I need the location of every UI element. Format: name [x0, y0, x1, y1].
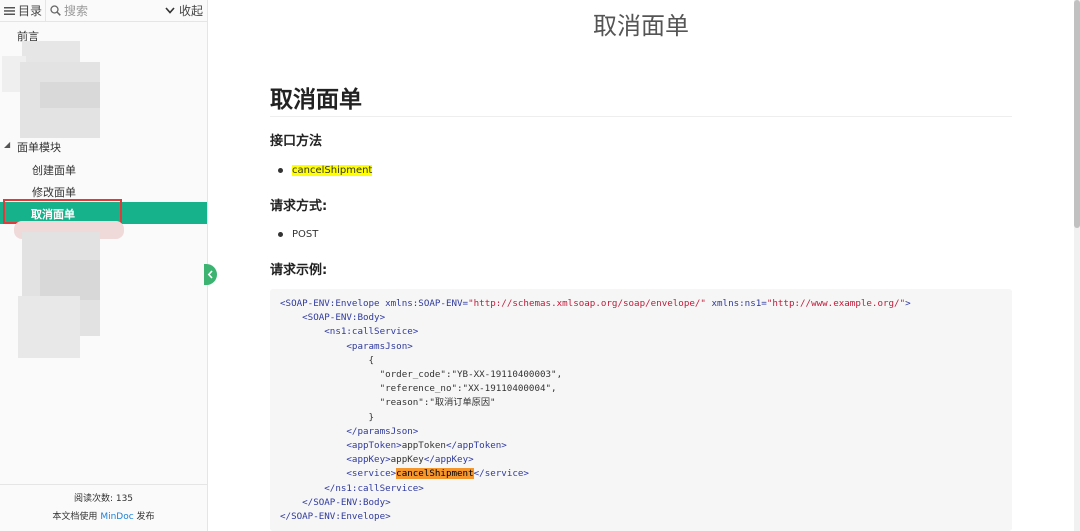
code-line: }: [280, 411, 375, 423]
code-block: <SOAP-ENV:Envelope xmlns:SOAP-ENV="http:…: [270, 289, 1012, 531]
method-value: cancelShipment: [292, 165, 373, 176]
bullet-dot: [278, 168, 283, 173]
code-highlight: cancelShipment: [396, 468, 474, 480]
main-content: 取消面单 取消面单 接口方法 cancelShipment 请求方式: POST…: [208, 0, 1074, 531]
code-token: :"XX-19110400004",: [457, 383, 557, 395]
sidebar-footer: 阅读次数: 135 本文档使用 MinDoc 发布: [0, 484, 207, 531]
code-token: </appToken>: [445, 440, 507, 452]
collapse-button[interactable]: 收起: [165, 2, 207, 19]
code-line: <paramsJson>: [280, 340, 413, 352]
publish-prefix: 本文档使用: [52, 512, 98, 522]
publish-suffix: 发布: [136, 512, 155, 522]
mindoc-link[interactable]: MinDoc: [100, 512, 133, 522]
code-token: :"YB-XX-19110400003",: [445, 369, 563, 381]
code-token: xmlns:SOAP-ENV=: [379, 298, 469, 309]
search-input[interactable]: [64, 3, 164, 18]
method-heading: 接口方法: [270, 134, 323, 149]
code-token: appKey: [390, 454, 424, 466]
list-icon: [4, 6, 15, 15]
publish-info: 本文档使用 MinDoc 发布: [0, 509, 207, 522]
code-line: {: [280, 354, 375, 366]
code-content: <SOAP-ENV:Envelope xmlns:SOAP-ENV="http:…: [280, 297, 1002, 524]
code-token: "reason": [280, 397, 424, 409]
catalog-tab[interactable]: 目录: [0, 0, 46, 22]
code-token: </service>: [473, 468, 529, 480]
bullet-dot: [278, 232, 283, 237]
code-line: <ns1:callService>: [280, 326, 419, 338]
request-type-list-item: POST: [278, 229, 318, 240]
caret-down-icon[interactable]: ◢: [4, 140, 10, 149]
tree-item-modify[interactable]: 修改面单: [32, 184, 76, 200]
code-line: </ns1:callService>: [280, 482, 424, 494]
collapse-label: 收起: [178, 4, 203, 18]
read-count-label: 阅读次数:: [73, 494, 113, 504]
code-token: appToken: [401, 440, 446, 452]
blurred-region: [40, 260, 100, 300]
code-token: <appToken>: [280, 440, 402, 452]
search-icon: [50, 5, 61, 16]
code-line: </SOAP-ENV:Envelope>: [280, 511, 391, 523]
code-line: <SOAP-ENV:Body>: [280, 312, 386, 324]
request-type-heading: 请求方式:: [270, 199, 328, 214]
code-token: <service>: [280, 468, 397, 480]
code-line: </SOAP-ENV:Body>: [280, 496, 391, 508]
method-list-item: cancelShipment: [278, 165, 373, 176]
read-count: 阅读次数: 135: [0, 491, 207, 504]
read-count-value: 135: [115, 494, 134, 504]
code-token: "http://schemas.xmlsoap.org/soap/envelop…: [468, 298, 706, 309]
blurred-region: [18, 296, 80, 358]
scrollbar-thumb[interactable]: [1074, 0, 1080, 228]
blurred-region: [40, 82, 100, 108]
tree-item-create[interactable]: 创建面单: [32, 162, 76, 178]
code-token: "http://www.example.org/": [766, 298, 906, 309]
code-token: "order_code": [280, 369, 446, 381]
page-title: 取消面单: [593, 12, 689, 40]
code-token: xmlns:ns1=: [705, 298, 767, 309]
sidebar-toolbar: 目录 收起: [0, 0, 207, 22]
article-heading: 取消面单: [270, 87, 362, 113]
chevron-down-icon: [165, 7, 175, 14]
code-line: </paramsJson>: [280, 425, 419, 437]
catalog-label: 目录: [18, 4, 43, 18]
sidebar: 目录 收起 前言 ◢ 面单模块 创建面单 修改面单 取消面单 阅读次数: 135: [0, 0, 208, 531]
code-token: :"取消订单原因": [423, 397, 496, 409]
code-token: </appKey>: [423, 454, 474, 466]
scrollbar[interactable]: [1074, 0, 1080, 531]
code-token: <SOAP-ENV:Envelope: [280, 298, 380, 309]
request-type-value: POST: [292, 229, 319, 240]
heading-divider: [270, 116, 1012, 117]
code-token: "reference_no": [280, 383, 458, 395]
tree-item-module[interactable]: 面单模块: [17, 139, 61, 155]
code-token: <appKey>: [280, 454, 391, 466]
search-box[interactable]: [46, 0, 165, 22]
example-heading: 请求示例:: [270, 263, 328, 278]
code-token: >: [905, 298, 911, 309]
